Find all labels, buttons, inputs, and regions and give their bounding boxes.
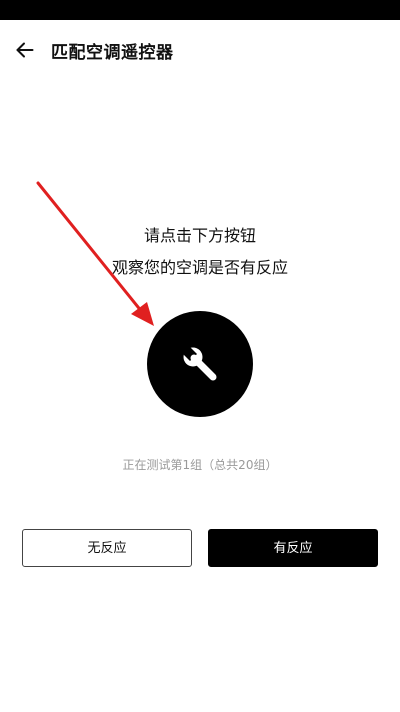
has-response-button[interactable]: 有反应: [208, 529, 378, 567]
arrow-left-icon: [16, 42, 34, 58]
test-button[interactable]: [147, 311, 253, 417]
wrench-icon: [181, 345, 217, 381]
instruction-line-2: 观察您的空调是否有反应: [111, 258, 288, 277]
status-bar: [0, 0, 400, 20]
header: 匹配空调遥控器: [0, 20, 400, 78]
progress-text: 正在测试第1组（总共20组）: [122, 458, 278, 472]
back-button[interactable]: [10, 35, 40, 65]
instruction-line-1: 请点击下方按钮: [143, 226, 256, 245]
page-title: 匹配空调遥控器: [51, 43, 174, 63]
no-response-button[interactable]: 无反应: [22, 529, 192, 567]
